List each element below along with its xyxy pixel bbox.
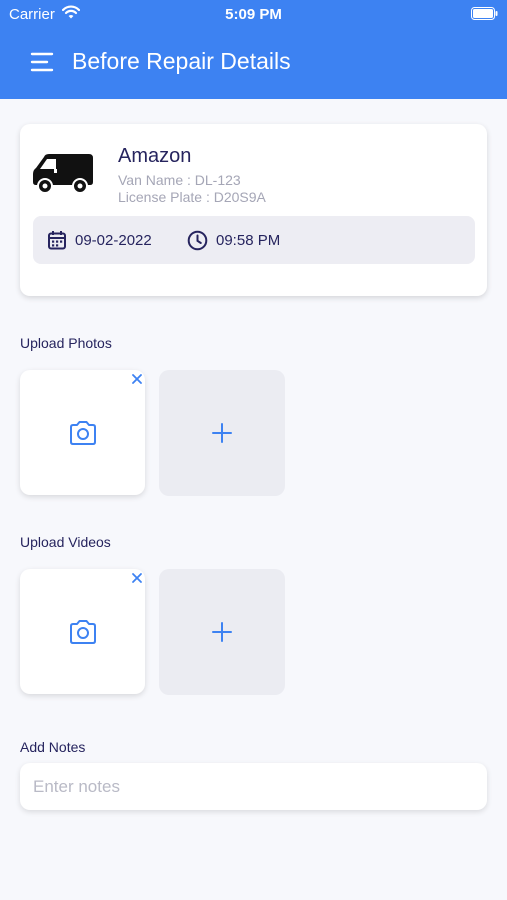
van-icon [33, 154, 93, 194]
notes-input[interactable] [20, 763, 487, 810]
status-bar: Carrier 5:09 PM [0, 0, 507, 28]
camera-icon [70, 421, 96, 445]
video-upload-tile[interactable] [20, 569, 145, 694]
license-plate: License Plate : D20S9A [118, 189, 266, 205]
van-info-card: Amazon Van Name : DL-123 License Plate :… [20, 124, 487, 296]
camera-icon [70, 620, 96, 644]
upload-photos-label: Upload Photos [20, 335, 112, 351]
battery-icon [471, 7, 498, 20]
page-title: Before Repair Details [72, 48, 291, 74]
hamburger-menu-icon[interactable] [30, 51, 54, 73]
calendar-icon [48, 231, 66, 250]
remove-photo-close-icon[interactable] [126, 368, 148, 390]
date-value: 09-02-2022 [75, 232, 152, 249]
van-name: Van Name : DL-123 [118, 172, 241, 188]
add-video-button[interactable] [159, 569, 285, 695]
clock-icon [187, 230, 208, 251]
remove-video-close-icon[interactable] [126, 567, 148, 589]
upload-videos-label: Upload Videos [20, 534, 111, 550]
datetime-box: 09-02-2022 09:58 PM [33, 216, 475, 264]
time-value: 09:58 PM [216, 232, 281, 249]
photo-upload-tile[interactable] [20, 370, 145, 495]
plus-icon [212, 622, 232, 642]
add-notes-label: Add Notes [20, 739, 86, 755]
plus-icon [212, 423, 232, 443]
status-time: 5:09 PM [225, 6, 282, 23]
app-header: Carrier 5:09 PM Before Repair Details [0, 0, 507, 99]
add-photo-button[interactable] [159, 370, 285, 496]
company-name: Amazon [118, 145, 192, 167]
